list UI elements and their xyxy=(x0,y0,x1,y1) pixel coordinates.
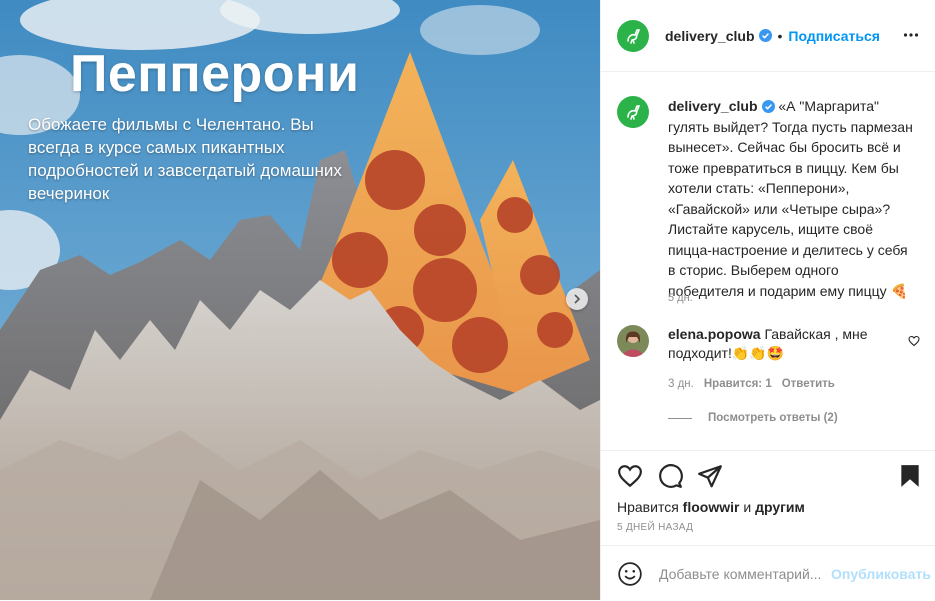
caption-avatar[interactable] xyxy=(617,96,649,128)
caption-username[interactable]: delivery_club xyxy=(668,98,758,114)
comment-input[interactable] xyxy=(657,564,829,583)
likes-prefix: Нравится xyxy=(617,499,679,515)
image-headline: Пепперони xyxy=(70,45,360,103)
commenter-username[interactable]: elena.popowa xyxy=(668,326,761,342)
more-options-icon[interactable] xyxy=(903,27,919,43)
comment-text-block: elena.popowa Гавайская , мне подходит!👏👏… xyxy=(668,325,893,363)
comment-bubble-icon[interactable] xyxy=(657,463,683,489)
image-subtitle: Обожаете фильмы с Челентано. Вы всегда в… xyxy=(28,115,342,203)
liked-by-user[interactable]: floowwir xyxy=(683,499,740,515)
caption-text: «А "Маргарита" гулять выйдет? Тогда пуст… xyxy=(668,98,913,299)
post-actions: Нравится floowwir и другим 5 ДНЕЙ НАЗАД xyxy=(601,450,935,546)
avatar[interactable] xyxy=(617,19,649,52)
likes-others-link[interactable]: другим xyxy=(755,499,805,515)
post-caption: delivery_club «А "Маргарита" гулять выйд… xyxy=(617,96,917,304)
caption-text-block: delivery_club «А "Маргарита" гулять выйд… xyxy=(668,96,917,301)
share-paper-plane-icon[interactable] xyxy=(697,463,723,489)
reply-button[interactable]: Ответить xyxy=(782,378,835,390)
like-heart-icon[interactable] xyxy=(617,463,643,489)
view-replies-button[interactable]: Посмотреть ответы (2) xyxy=(668,412,838,424)
follow-button[interactable]: Подписаться xyxy=(788,28,880,44)
likes-summary: Нравится floowwir и другим xyxy=(617,499,805,515)
author-username[interactable]: delivery_club xyxy=(665,28,755,44)
verified-badge-icon xyxy=(758,29,772,42)
comment-like-heart-icon[interactable] xyxy=(908,335,920,347)
view-replies-label: Посмотреть ответы (2) xyxy=(708,412,838,424)
comment-meta: 3 дн. Нравится: 1 Ответить xyxy=(668,378,845,390)
comment-likes-count[interactable]: Нравится: 1 xyxy=(704,378,772,390)
publish-button[interactable]: Опубликовать xyxy=(831,566,931,582)
comment-composer: Опубликовать xyxy=(601,545,935,601)
replies-divider-line xyxy=(668,417,692,419)
comment-item: elena.popowa Гавайская , мне подходит!👏👏… xyxy=(617,325,920,363)
carousel-next-button[interactable] xyxy=(566,288,588,310)
ostrich-logo-icon xyxy=(627,28,641,44)
post-timestamp[interactable]: 5 ДНЕЙ НАЗАД xyxy=(617,522,693,533)
chevron-right-icon xyxy=(574,294,581,304)
avatar-photo-icon xyxy=(617,325,649,357)
verified-badge-icon xyxy=(761,100,775,113)
post-sidebar: delivery_club • Подписаться delivery_clu… xyxy=(600,0,935,600)
commenter-avatar[interactable] xyxy=(617,325,649,357)
ostrich-logo-icon xyxy=(627,105,641,120)
post-image: Пепперони Обожаете фильмы с Челентано. В… xyxy=(0,0,600,600)
caption-timestamp[interactable]: 5 дн. xyxy=(668,292,693,304)
comment-timestamp[interactable]: 3 дн. xyxy=(668,378,694,390)
bookmark-save-icon[interactable] xyxy=(897,463,923,489)
post-header: delivery_club • Подписаться xyxy=(601,0,935,72)
separator-dot: • xyxy=(777,27,783,44)
likes-conjunction: и xyxy=(743,499,752,515)
instagram-post-modal: Пепперони Обожаете фильмы с Челентано. В… xyxy=(0,0,935,600)
emoji-smiley-icon[interactable] xyxy=(617,561,643,587)
